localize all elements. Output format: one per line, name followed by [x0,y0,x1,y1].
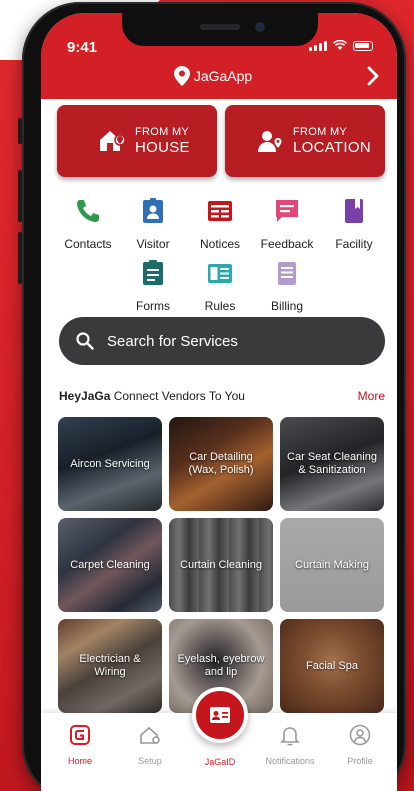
more-link[interactable]: More [358,389,385,403]
notice-icon [208,201,232,221]
house-gear-icon [140,726,160,744]
service-tile-car-detailing[interactable]: Car Detailing (Wax, Polish) [169,417,273,511]
volume-up-button [18,170,22,222]
service-label: Car Seat Cleaning & Sanitization [287,451,377,476]
search-icon [76,332,94,350]
app-header: JaGaApp [41,61,397,91]
service-tile-curtain-making[interactable]: Curtain Making [280,518,384,612]
service-tile-electrician[interactable]: Electrician & Wiring [58,619,162,713]
quick-link-billing[interactable]: Billing [252,259,322,313]
billing-icon [278,262,296,285]
tab-setup[interactable]: Setup [115,723,185,766]
service-label: Carpet Cleaning [70,558,150,571]
location-button-label: LOCATION [293,138,371,156]
location-button-small-label: FROM MY [293,125,348,138]
service-label: Eyelash, eyebrow and lip [177,653,265,678]
service-tile-aircon[interactable]: Aircon Servicing [58,417,162,511]
app-title: JaGaApp [193,68,253,84]
wifi-icon [333,40,347,50]
quick-link-label: Notices [199,237,240,251]
book-icon [345,199,363,223]
from-my-house-button[interactable]: FROM MY HOUSE [57,105,217,177]
quick-link-facility[interactable]: Facility [319,197,389,251]
service-tile-car-seat-cleaning[interactable]: Car Seat Cleaning & Sanitization [280,417,384,511]
tab-profile[interactable]: Profile [325,723,395,766]
service-tile-curtain-cleaning[interactable]: Curtain Cleaning [169,518,273,612]
tab-notifications[interactable]: Notifications [255,723,325,766]
tab-label: Home [67,756,92,766]
volume-down-button [18,232,22,284]
tab-home[interactable]: Home [45,723,115,766]
service-label: Electrician & Wiring [79,653,141,678]
tab-jagaid[interactable]: JaGaID [185,757,255,767]
chevron-right-icon[interactable] [363,65,383,87]
notch [122,13,318,46]
service-tile-carpet-cleaning[interactable]: Carpet Cleaning [58,518,162,612]
quick-link-forms[interactable]: Forms [118,259,188,313]
quick-link-label: Rules [204,299,236,313]
quick-link-label: Contacts [64,237,112,251]
house-button-small-label: FROM MY [135,125,190,138]
quick-link-feedback[interactable]: Feedback [252,197,322,251]
quick-link-label: Billing [270,299,303,313]
section-subtitle: Connect Vendors To You [110,389,245,403]
status-time: 9:41 [67,39,98,56]
tab-label: JaGaID [204,757,236,767]
battery-icon [353,41,373,51]
service-label: Facial Spa [306,659,358,672]
chat-icon [276,200,298,222]
section-brand: HeyJaGa [59,389,111,403]
search-placeholder: Search for Services [107,332,238,350]
person-pin-icon [258,131,282,152]
section-header: HeyJaGa Connect Vendors To You More [59,389,385,407]
badge-icon [143,198,163,223]
house-button-label: HOUSE [135,138,190,156]
service-tile-facial-spa[interactable]: Facial Spa [280,619,384,713]
clipboard-icon [143,260,163,285]
house-icon [100,131,126,151]
tab-label: Profile [347,756,373,766]
mute-switch [18,118,22,144]
quick-link-label: Forms [136,299,170,313]
quick-link-contacts[interactable]: Contacts [53,197,123,251]
home-icon [70,725,90,745]
service-label: Car Detailing (Wax, Polish) [188,451,254,476]
bell-icon [280,727,300,746]
quick-link-label: Visitor [136,237,170,251]
jagaid-button[interactable] [192,687,248,743]
app-screen: 9:41 JaGaApp FROM MY HOUSE FROM MY LOCAT… [41,13,397,791]
quick-link-notices[interactable]: Notices [185,197,255,251]
phone-icon [77,200,99,222]
service-label: Aircon Servicing [70,457,150,470]
quick-link-label: Feedback [260,237,314,251]
profile-icon [349,724,371,746]
rules-icon [208,264,232,283]
location-pin-icon [174,66,190,86]
tab-label: Setup [138,756,162,766]
service-label: Curtain Making [295,558,369,571]
status-icons [309,40,373,51]
quick-link-visitor[interactable]: Visitor [118,197,188,251]
from-my-location-button[interactable]: FROM MY LOCATION [225,105,385,177]
quick-link-rules[interactable]: Rules [185,259,255,313]
id-card-icon [210,707,230,723]
service-label: Curtain Cleaning [180,558,262,571]
quick-link-label: Facility [335,237,373,251]
tab-label: Notifications [265,756,315,766]
signal-icon [309,41,327,51]
search-bar[interactable]: Search for Services [59,317,385,365]
